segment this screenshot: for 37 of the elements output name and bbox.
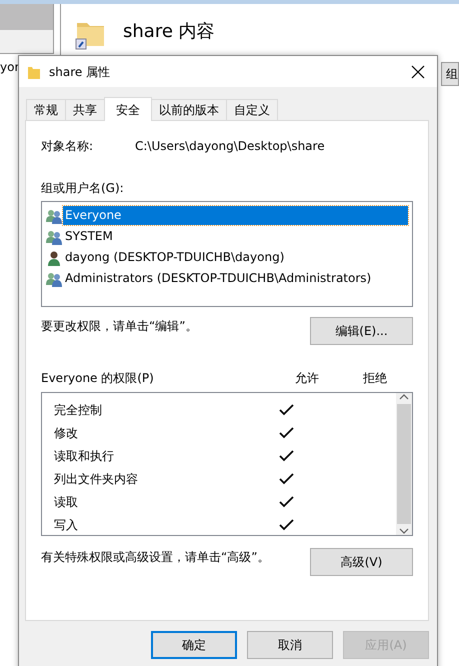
permission-name: 修改 [53,424,79,442]
group-icon [46,208,62,224]
tab[interactable]: 安全 [104,97,152,121]
list-item[interactable]: SYSTEM [63,227,408,246]
permission-name: 写入 [53,516,79,534]
tab[interactable]: 常规 [26,99,66,120]
user-icon [46,250,62,266]
list-item[interactable]: Administrators (DESKTOP-TDUICHB\Administrators) [63,269,408,288]
list-item[interactable]: Everyone [63,206,408,225]
dialog-button[interactable]: 取消 [247,631,333,659]
list-item[interactable]: dayong (DESKTOP-TDUICHB\dayong) [63,248,408,267]
permission-name: 读取和执行 [53,448,115,464]
hint-text: 有关特殊权限或高级设置，请单击“高级”。 [41,549,270,566]
group-icon [46,270,62,286]
group-icon [46,228,62,244]
tab[interactable]: 自定义 [226,99,278,120]
advanced-button[interactable]: 高级(V) [310,548,413,576]
scrollbar[interactable] [396,393,412,535]
list-label: 组或用户名(G): [41,180,125,197]
toolbar-button[interactable]: 组 [441,62,459,86]
list-label: Everyone 的权限(P) [41,370,155,387]
window-title: share 属性 [49,64,110,80]
edit-button[interactable]: 编辑(E)... [310,317,413,345]
dialog-button[interactable]: 确定 [151,631,237,659]
scroll-down-icon [399,527,409,535]
column-header: 拒绝 [362,370,388,387]
hint-text: 要更改权限，请单击“编辑”。 [41,318,198,335]
column-header: 允许 [294,370,320,387]
permission-name: 列出文件夹内容 [53,470,139,488]
close-icon[interactable] [411,64,425,78]
permission-name: 读取 [53,494,79,510]
scroll-up-icon [399,393,409,401]
permission-name: 完全控制 [53,402,103,418]
list-item-text: yor [0,59,20,76]
folder-title: share 内容 [123,20,216,44]
field-label: 对象名称: [41,138,94,155]
object-path: C:\Users\dayong\Desktop\share [135,138,325,155]
